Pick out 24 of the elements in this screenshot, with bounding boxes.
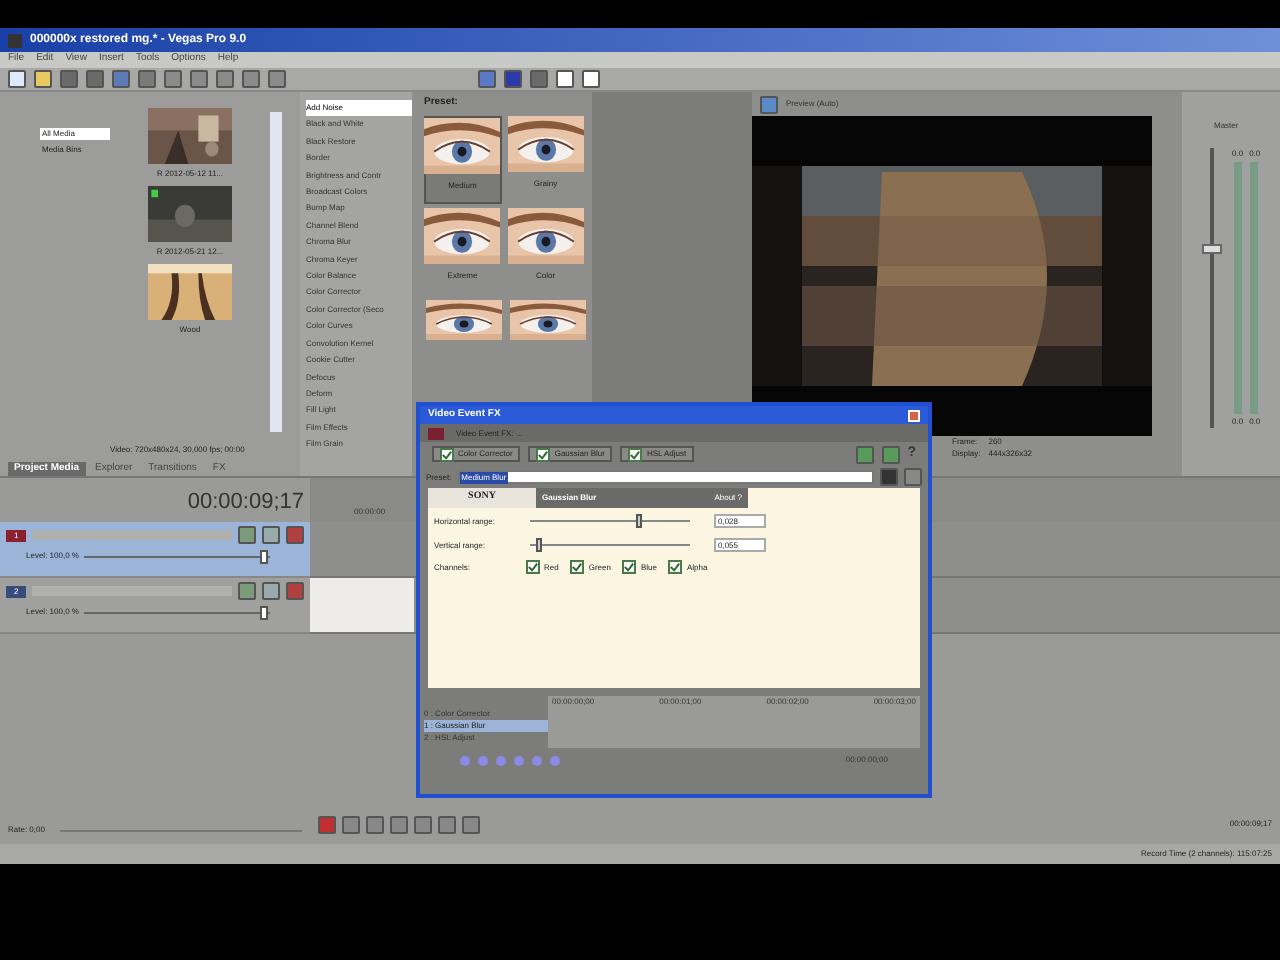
checkbox[interactable]: [628, 447, 643, 461]
checkbox[interactable]: [440, 447, 454, 461]
check-icon: [630, 449, 641, 459]
slider-thumb[interactable]: [536, 538, 543, 552]
check-icon: [572, 562, 583, 572]
fx-icon: [428, 427, 444, 439]
app-icon: [8, 33, 22, 47]
checkbox[interactable]: [668, 560, 683, 574]
checkbox[interactable]: [536, 447, 551, 461]
scrollbar[interactable]: [270, 112, 282, 432]
check-icon: [442, 449, 452, 459]
slider-thumb[interactable]: [260, 605, 269, 619]
close-button[interactable]: [908, 409, 920, 421]
checkbox[interactable]: [570, 560, 585, 574]
slider-thumb[interactable]: [635, 514, 642, 528]
check-icon: [624, 562, 635, 572]
check-icon: [538, 449, 549, 459]
checkbox[interactable]: [526, 560, 540, 574]
check-icon: [670, 562, 681, 572]
slider-thumb[interactable]: [260, 549, 269, 563]
timecode: 00:00:09;17: [187, 488, 306, 518]
fader-handle[interactable]: [1202, 244, 1222, 255]
check-icon: [528, 562, 538, 572]
checkbox[interactable]: [622, 560, 637, 574]
